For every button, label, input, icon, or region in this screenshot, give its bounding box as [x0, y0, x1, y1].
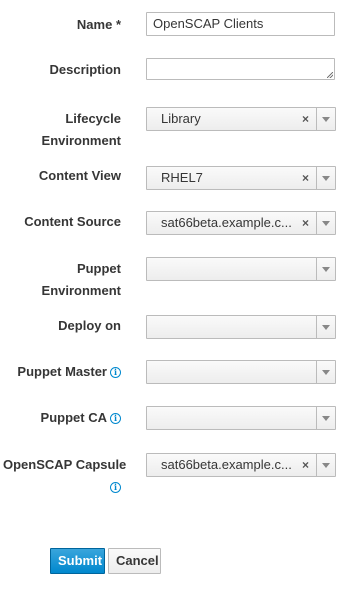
puppet-master-select[interactable] — [146, 360, 336, 384]
cancel-button[interactable]: Cancel — [108, 548, 161, 574]
content-view-label: Content View — [38, 168, 121, 183]
openscap-capsule-label: OpenSCAP Capsule i — [3, 457, 127, 494]
clear-icon[interactable]: × — [302, 108, 309, 131]
clear-icon[interactable]: × — [302, 212, 309, 235]
lifecycle-environment-select[interactable]: Library × — [146, 107, 336, 131]
name-value: OpenSCAP Clients — [153, 16, 264, 31]
info-circle-icon[interactable]: i — [110, 413, 121, 425]
chevron-down-icon[interactable] — [316, 167, 335, 189]
puppet-environment-label: Puppet Environment — [41, 261, 121, 298]
chevron-down-icon[interactable] — [316, 407, 335, 429]
description-label: Description — [49, 62, 121, 77]
info-circle-icon[interactable]: i — [110, 367, 121, 379]
chevron-down-icon[interactable] — [316, 361, 335, 383]
deploy-on-select[interactable] — [146, 315, 336, 339]
lifecycle-environment-value: Library — [161, 111, 201, 126]
clear-icon[interactable]: × — [302, 454, 309, 477]
puppet-master-label: Puppet Master i — [3, 361, 121, 383]
info-circle-icon[interactable]: i — [110, 482, 121, 494]
puppet-environment-select[interactable] — [146, 257, 336, 281]
openscap-capsule-select[interactable]: sat66beta.example.c... × — [146, 453, 336, 477]
puppet-ca-select[interactable] — [146, 406, 336, 430]
chevron-down-icon[interactable] — [316, 454, 335, 476]
lifecycle-environment-label: Lifecycle Environment — [41, 111, 121, 148]
content-view-value: RHEL7 — [161, 170, 203, 185]
resize-handle-icon[interactable] — [327, 72, 333, 78]
name-input[interactable]: OpenSCAP Clients — [146, 12, 335, 36]
description-textarea[interactable] — [146, 58, 335, 80]
submit-button[interactable]: Submit — [50, 548, 105, 574]
deploy-on-label: Deploy on — [58, 318, 121, 333]
content-source-value: sat66beta.example.c... — [161, 215, 292, 230]
clear-icon[interactable]: × — [302, 167, 309, 190]
chevron-down-icon[interactable] — [316, 258, 335, 280]
chevron-down-icon[interactable] — [316, 316, 335, 338]
name-label: Name * — [76, 17, 121, 32]
content-view-select[interactable]: RHEL7 × — [146, 166, 336, 190]
chevron-down-icon[interactable] — [316, 212, 335, 234]
content-source-label: Content Source — [24, 214, 121, 229]
openscap-capsule-value: sat66beta.example.c... — [161, 457, 292, 472]
chevron-down-icon[interactable] — [316, 108, 335, 130]
puppet-ca-label: Puppet CA i — [3, 407, 121, 429]
content-source-select[interactable]: sat66beta.example.c... × — [146, 211, 336, 235]
